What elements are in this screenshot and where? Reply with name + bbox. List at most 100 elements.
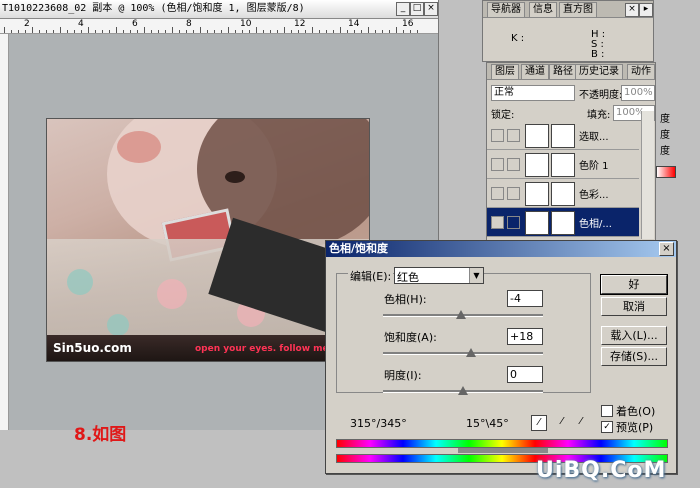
layer-visibility-toggle[interactable] xyxy=(491,187,504,200)
lightness-input[interactable]: 0 xyxy=(507,366,543,383)
hue-input[interactable]: -4 xyxy=(507,290,543,307)
chevron-down-icon[interactable]: ▼ xyxy=(469,268,483,283)
layer-row-selected[interactable]: 色相/... xyxy=(487,208,639,237)
dialog-title-bar[interactable]: 色相/饱和度 xyxy=(326,241,676,257)
eyedropper-plus-icon[interactable]: ⁄ xyxy=(555,415,569,429)
colorize-checkbox[interactable] xyxy=(601,405,613,417)
ruler-tick xyxy=(123,30,124,33)
ruler-tick xyxy=(263,30,264,33)
hue-slider-handle[interactable] xyxy=(456,310,467,319)
tab-channels[interactable]: 通道 xyxy=(521,64,549,79)
layer-visibility-toggle[interactable] xyxy=(491,158,504,171)
ruler-tick xyxy=(158,30,159,33)
saturation-input[interactable]: +18 xyxy=(507,328,543,345)
edit-select[interactable]: 红色 ▼ xyxy=(394,267,484,284)
ruler-tick xyxy=(214,30,215,33)
tab-info[interactable]: 信息 xyxy=(529,2,557,17)
layers-scrollbar[interactable] xyxy=(641,111,654,239)
minimize-icon[interactable]: _ xyxy=(396,2,410,16)
ruler-tick xyxy=(298,30,299,33)
ruler-tick xyxy=(53,30,54,33)
ruler-tick xyxy=(319,30,320,33)
cancel-button[interactable]: 取消 xyxy=(601,297,667,316)
maximize-icon[interactable]: □ xyxy=(410,2,424,16)
close-icon[interactable]: × xyxy=(424,2,438,16)
side-label: 度 xyxy=(660,130,670,141)
layer-row[interactable]: 选取... xyxy=(487,121,639,150)
ruler-tick xyxy=(375,30,376,33)
eyedropper-icon[interactable]: ⁄ xyxy=(531,415,547,431)
ruler-tick xyxy=(277,30,278,33)
tab-histogram[interactable]: 直方图 xyxy=(559,2,597,17)
layer-row[interactable]: 色彩... xyxy=(487,179,639,208)
tab-history[interactable]: 历史记录 xyxy=(575,64,623,79)
ruler-tick xyxy=(60,27,61,33)
saturation-slider-track[interactable] xyxy=(383,352,543,355)
tab-layers[interactable]: 图层 xyxy=(491,64,519,79)
layer-mask-thumbnail[interactable] xyxy=(551,124,575,148)
side-label: 度 xyxy=(660,146,670,157)
ruler-tick xyxy=(396,27,397,33)
layer-mask-thumbnail[interactable] xyxy=(551,153,575,177)
layer-visibility-toggle[interactable] xyxy=(491,129,504,142)
ruler-tick xyxy=(67,30,68,33)
ruler-tick xyxy=(382,30,383,33)
ruler-tick xyxy=(417,30,418,33)
ruler-tick xyxy=(130,30,131,33)
layer-link-toggle[interactable] xyxy=(507,129,520,142)
close-icon[interactable]: × xyxy=(659,242,674,256)
saturation-slider-handle[interactable] xyxy=(466,348,476,357)
range-slider[interactable] xyxy=(458,448,548,453)
lightness-slider-handle[interactable] xyxy=(458,386,468,395)
layer-name: 色相/... xyxy=(579,219,612,230)
ruler-tick xyxy=(249,30,250,33)
ruler-number: 16 xyxy=(402,19,414,29)
save-button[interactable]: 存储(S)... xyxy=(601,347,667,366)
hue-saturation-thumbnail xyxy=(525,211,549,235)
document-title-bar[interactable]: T1010223608_02 副本 @ 100% (色相/饱和度 1, 图层蒙版… xyxy=(0,0,438,19)
eye-shape xyxy=(225,171,245,183)
layer-mask-thumbnail[interactable] xyxy=(551,211,575,235)
preview-checkbox[interactable]: ✓ xyxy=(601,421,613,433)
layer-link-toggle[interactable] xyxy=(507,158,520,171)
ruler-tick xyxy=(165,30,166,33)
load-button[interactable]: 载入(L)... xyxy=(601,326,667,345)
panel-close-icon[interactable]: × xyxy=(625,3,639,17)
lock-label: 锁定: xyxy=(491,110,515,121)
ruler-tick xyxy=(4,27,5,33)
ok-button[interactable]: 好 xyxy=(600,274,668,295)
panel-menu-icon[interactable]: ▸ xyxy=(639,3,653,17)
layer-mask-thumbnail[interactable] xyxy=(551,182,575,206)
ruler-tick xyxy=(46,30,47,33)
ruler-tick xyxy=(284,27,285,33)
ruler-tick xyxy=(74,30,75,33)
tab-actions[interactable]: 动作 xyxy=(627,64,655,79)
layer-row[interactable]: 色阶 1 xyxy=(487,150,639,179)
blend-mode-select[interactable]: 正常 xyxy=(491,85,575,101)
opacity-input[interactable]: 100% xyxy=(621,85,655,101)
ruler-tick xyxy=(305,30,306,33)
eyedropper-minus-icon[interactable]: ⁄ xyxy=(574,415,588,429)
photo-canvas[interactable]: Sin5uo.com open your eyes. follow me. xyxy=(46,118,370,362)
horizontal-ruler: 2 4 6 8 10 12 14 16 xyxy=(0,19,438,34)
tab-navigator[interactable]: 导航器 xyxy=(487,2,525,17)
color-swatch[interactable] xyxy=(656,166,676,178)
eye-icon[interactable] xyxy=(491,216,504,229)
ruler-tick xyxy=(39,30,40,33)
layer-link-toggle[interactable] xyxy=(507,187,520,200)
ruler-tick xyxy=(144,27,145,33)
lips-shape xyxy=(117,131,161,163)
ruler-number: 8 xyxy=(186,19,192,29)
ruler-tick xyxy=(116,27,117,33)
ruler-tick xyxy=(186,30,187,33)
lightness-label: 明度(I): xyxy=(384,369,422,382)
levels-thumbnail xyxy=(525,153,549,177)
ruler-number: 4 xyxy=(78,19,84,29)
tab-paths[interactable]: 路径 xyxy=(549,64,577,79)
ruler-tick xyxy=(137,30,138,33)
ruler-tick xyxy=(270,30,271,33)
ruler-tick xyxy=(207,30,208,33)
layer-link-toggle[interactable] xyxy=(507,216,520,229)
ruler-tick xyxy=(354,30,355,33)
ruler-tick xyxy=(151,30,152,33)
